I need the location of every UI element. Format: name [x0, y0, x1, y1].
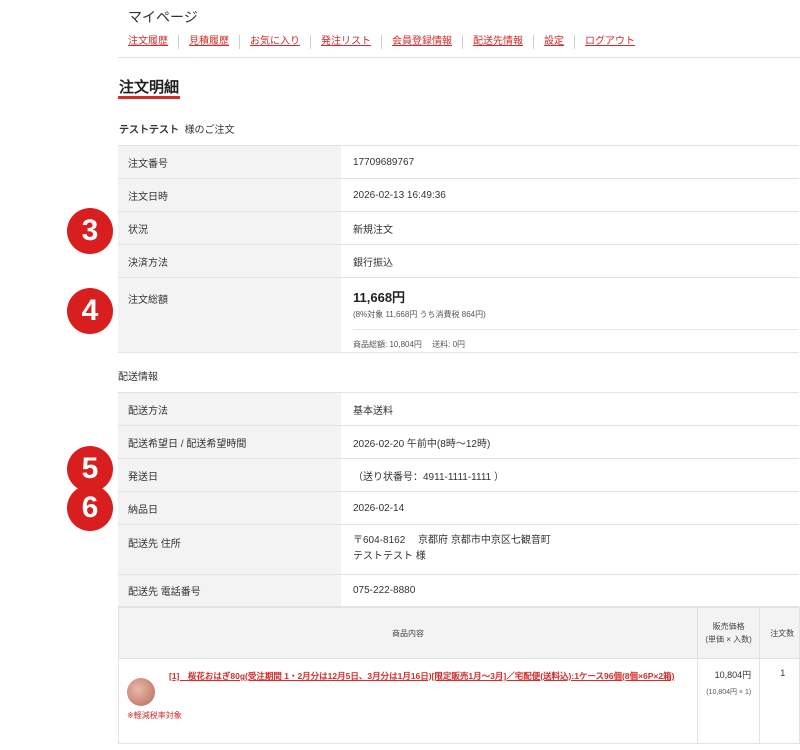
- delivery-info-table: 配送方法 基本送料 配送希望日 / 配送希望時間 2026-02-20 午前中(…: [118, 392, 799, 607]
- total-breakdown: 商品総額: 10,804円 送料: 0円: [353, 329, 798, 350]
- step-badge-4: 4: [67, 288, 113, 334]
- customer-name: テストテスト: [119, 125, 179, 136]
- mypage-nav: 注文履歴 見積履歴 お気に入り 発注リスト 会員登録情報 配送先情報 設定 ログ…: [118, 32, 645, 52]
- status-label: 状況: [118, 211, 341, 245]
- items-header-row: 商品内容 販売価格 (単価 × 入数) 注文数: [118, 607, 800, 659]
- address-row: 配送先 住所 〒604-8162 京都府 京都市中京区七観音町 テストテスト 様: [118, 524, 799, 575]
- nav-quote-history[interactable]: 見積履歴: [179, 35, 240, 49]
- address-label: 配送先 住所: [118, 524, 341, 575]
- order-info-table: 注文番号 17709689767 注文日時 2026-02-13 16:49:3…: [118, 145, 799, 353]
- header-price: 販売価格 (単価 × 入数): [696, 607, 761, 659]
- total-amount: 11,668円: [353, 290, 406, 305]
- reduced-tax-note: ※軽減税率対象: [127, 711, 182, 720]
- item-price: 10,804円: [714, 670, 752, 680]
- phone-value: 075-222-8880: [341, 574, 799, 607]
- total-label: 注文総額: [118, 277, 341, 353]
- nav-favorites[interactable]: お気に入り: [240, 35, 311, 49]
- nav-shipping-info[interactable]: 配送先情報: [463, 35, 534, 49]
- nav-order-list[interactable]: 発注リスト: [311, 35, 382, 49]
- total-tax-note: (8%対象 11,668円 うち消費税 864円): [353, 310, 486, 319]
- nav-order-history[interactable]: 注文履歴: [118, 35, 179, 49]
- desired-date-value: 2026-02-20 午前中(8時～12時): [341, 425, 799, 459]
- order-date-row: 注文日時 2026-02-13 16:49:36: [118, 178, 799, 212]
- delivery-date-row: 納品日 2026-02-14: [118, 491, 799, 525]
- address-line2: テストテスト 様: [353, 551, 426, 562]
- step-badge-3: 3: [67, 208, 113, 254]
- customer-suffix: 様のご注文: [184, 125, 235, 136]
- order-date-label: 注文日時: [118, 178, 341, 212]
- item-price-cell: 10,804円 (10,804円 × 1): [696, 658, 761, 744]
- item-content-cell: [1] 桜花おはぎ80g(受注期間 1・2月分は12月5日、3月分は1月16日)…: [118, 658, 698, 744]
- ship-date-value: （送り状番号：4911-1111-1111 ）: [341, 458, 799, 492]
- delivery-date-value: 2026-02-14: [341, 491, 799, 525]
- order-no-value: 17709689767: [341, 145, 799, 179]
- payment-row: 決済方法 銀行振込: [118, 244, 799, 278]
- status-row: 状況 新規注文: [118, 211, 799, 245]
- item-price-sub: (10,804円 × 1): [706, 689, 752, 696]
- ship-date-label: 発送日: [118, 458, 341, 492]
- order-date-value: 2026-02-13 16:49:36: [341, 178, 799, 212]
- item-row: [1] 桜花おはぎ80g(受注期間 1・2月分は12月5日、3月分は1月16日)…: [118, 658, 800, 744]
- page-title: 注文明細: [119, 79, 180, 96]
- product-link[interactable]: [1] 桜花おはぎ80g(受注期間 1・2月分は12月5日、3月分は1月16日)…: [169, 668, 689, 684]
- address-line1: 〒604-8162 京都府 京都市中京区七観音町: [353, 535, 551, 546]
- step-badge-6: 6: [67, 485, 113, 531]
- title-underline: [118, 96, 180, 99]
- nav-logout[interactable]: ログアウト: [575, 35, 645, 49]
- payment-value: 銀行振込: [341, 244, 799, 278]
- phone-label: 配送先 電話番号: [118, 574, 341, 607]
- item-qty: 1: [780, 668, 786, 678]
- nav-settings[interactable]: 設定: [534, 35, 575, 49]
- nav-divider: [118, 57, 800, 58]
- order-items-table: 商品内容 販売価格 (単価 × 入数) 注文数 [1] 桜花おはぎ80g(受注期…: [118, 607, 800, 744]
- customer-line: テストテスト 様のご注文: [119, 121, 235, 136]
- order-no-label: 注文番号: [118, 145, 341, 179]
- header-price-label: 販売価格: [712, 622, 745, 631]
- delivery-method-row: 配送方法 基本送料: [118, 392, 799, 426]
- phone-row: 配送先 電話番号 075-222-8880: [118, 574, 799, 607]
- order-no-row: 注文番号 17709689767: [118, 145, 799, 179]
- header-qty: 注文数: [759, 607, 800, 659]
- total-row: 注文総額 11,668円 (8%対象 11,668円 うち消費税 864円) 商…: [118, 277, 799, 353]
- delivery-method-label: 配送方法: [118, 392, 341, 426]
- desired-date-row: 配送希望日 / 配送希望時間 2026-02-20 午前中(8時～12時): [118, 425, 799, 459]
- payment-label: 決済方法: [118, 244, 341, 278]
- item-qty-cell: 1: [759, 658, 800, 744]
- ship-date-row: 発送日 （送り状番号：4911-1111-1111 ）: [118, 458, 799, 492]
- nav-member-info[interactable]: 会員登録情報: [382, 35, 463, 49]
- delivery-date-label: 納品日: [118, 491, 341, 525]
- desired-date-label: 配送希望日 / 配送希望時間: [118, 425, 341, 459]
- mypage-title: マイページ: [128, 9, 198, 25]
- status-value: 新規注文: [341, 211, 799, 245]
- header-price-sub: (単価 × 入数): [705, 635, 752, 644]
- header-content: 商品内容: [118, 607, 698, 659]
- address-cell: 〒604-8162 京都府 京都市中京区七観音町 テストテスト 様: [341, 524, 799, 575]
- total-cell: 11,668円 (8%対象 11,668円 うち消費税 864円) 商品総額: …: [341, 277, 799, 353]
- item-content: [1] 桜花おはぎ80g(受注期間 1・2月分は12月5日、3月分は1月16日)…: [127, 668, 689, 706]
- delivery-method-value: 基本送料: [341, 392, 799, 426]
- product-thumbnail[interactable]: [127, 678, 155, 706]
- delivery-section-label: 配送情報: [118, 372, 158, 383]
